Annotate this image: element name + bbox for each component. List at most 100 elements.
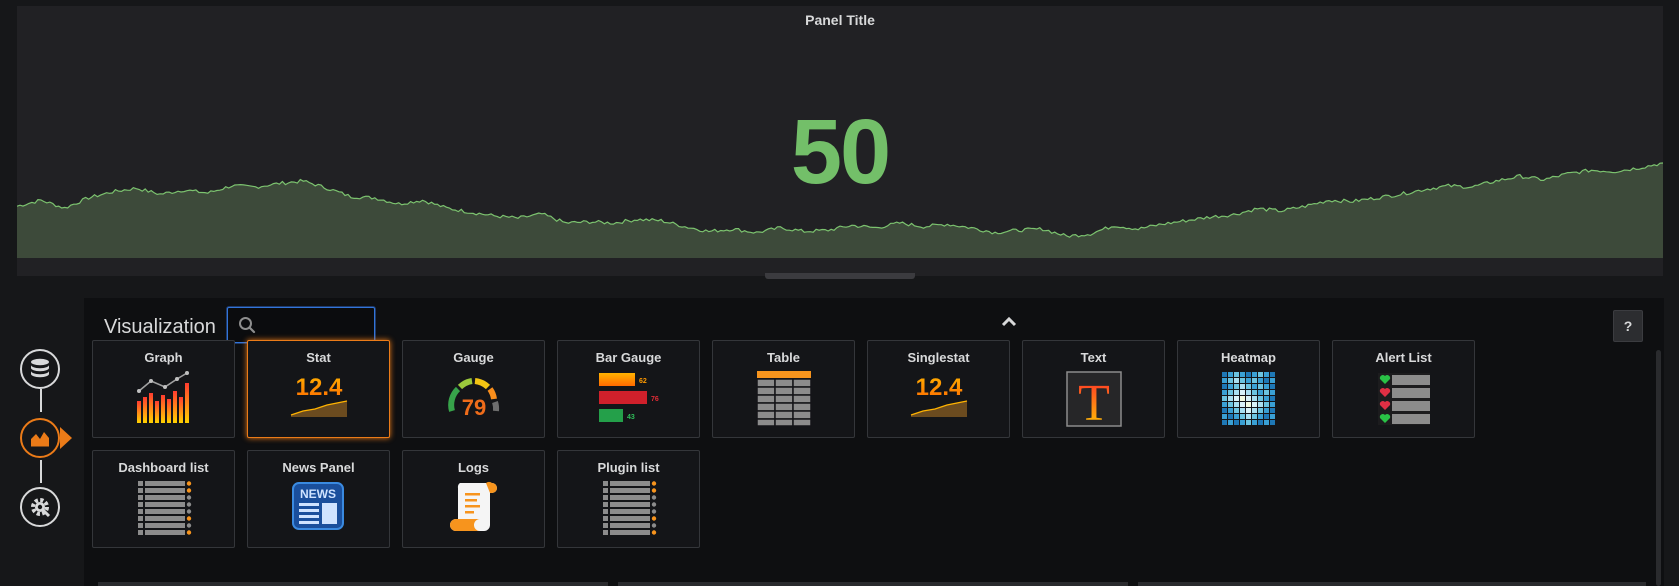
- options-section-header[interactable]: [618, 582, 1128, 586]
- gauge-icon: 79: [447, 378, 499, 420]
- heatmap-cell: [1257, 372, 1263, 377]
- dashboard-list-icon: [137, 481, 191, 535]
- heatmap-cell: [1221, 408, 1227, 413]
- heatmap-cell: [1245, 402, 1251, 407]
- heatmap-cell: [1269, 408, 1275, 413]
- bar-gauge-icon: 62 76 43: [598, 373, 658, 422]
- search-box[interactable]: [227, 307, 375, 344]
- viz-card-text[interactable]: Text T: [1022, 340, 1165, 438]
- viz-card-graph[interactable]: Graph: [92, 340, 235, 438]
- visualization-icon: [31, 432, 49, 447]
- step-visualization[interactable]: [20, 418, 60, 458]
- heatmap-cell: [1245, 396, 1251, 401]
- heatmap-cell: [1263, 420, 1269, 425]
- gauge-icon-value: 79: [461, 395, 485, 420]
- help-button[interactable]: ?: [1613, 310, 1643, 342]
- panel-title[interactable]: Panel Title: [17, 12, 1663, 28]
- viz-card-label: Stat: [306, 350, 331, 365]
- panel-resize-handle[interactable]: [765, 273, 915, 279]
- heatmap-cell: [1263, 384, 1269, 389]
- heatmap-cell: [1269, 396, 1275, 401]
- heatmap-cell: [1239, 402, 1245, 407]
- bar-gauge-value: 62: [639, 378, 647, 385]
- search-input[interactable]: [262, 308, 374, 344]
- heatmap-cell: [1233, 408, 1239, 413]
- heatmap-cell: [1257, 408, 1263, 413]
- heatmap-icon: [1221, 372, 1275, 425]
- stat-icon-value: 12.4: [295, 374, 342, 401]
- heatmap-cell: [1251, 414, 1257, 419]
- step-general[interactable]: [20, 487, 60, 527]
- viz-card-gauge[interactable]: Gauge 79: [402, 340, 545, 438]
- options-section-header[interactable]: [98, 582, 608, 586]
- heatmap-cell: [1227, 372, 1233, 377]
- visualization-editor: Visualization ? Graph Stat 12.4 Gauge 79…: [84, 298, 1664, 586]
- heatmap-cell: [1269, 384, 1275, 389]
- viz-card-singlestat[interactable]: Singlestat 12.4: [867, 340, 1010, 438]
- graph-icon: [136, 371, 189, 423]
- bar-gauge-value: 43: [627, 414, 635, 421]
- chevron-up-icon[interactable]: [1001, 314, 1017, 328]
- heatmap-cell: [1221, 378, 1227, 383]
- viz-card-logs[interactable]: Logs: [402, 450, 545, 548]
- heatmap-cell: [1227, 396, 1233, 401]
- viz-card-dashboard-list[interactable]: Dashboard list: [92, 450, 235, 548]
- table-icon: [755, 371, 812, 427]
- viz-card-label: Table: [767, 350, 800, 365]
- singlestat-icon: 12.4: [910, 374, 967, 417]
- viz-card-label: News Panel: [282, 460, 355, 475]
- stat-value: 50: [790, 101, 891, 203]
- heatmap-cell: [1239, 408, 1245, 413]
- viz-card-label: Text: [1080, 350, 1107, 365]
- logs-icon: [449, 482, 497, 531]
- heatmap-cell: [1239, 390, 1245, 395]
- heatmap-cell: [1227, 378, 1233, 383]
- heatmap-cell: [1245, 378, 1251, 383]
- viz-card-alert-list[interactable]: Alert List: [1332, 340, 1475, 438]
- heatmap-cell: [1233, 372, 1239, 377]
- heatmap-cell: [1239, 372, 1245, 377]
- heatmap-cell: [1239, 384, 1245, 389]
- heatmap-cell: [1257, 396, 1263, 401]
- heatmap-cell: [1269, 414, 1275, 419]
- options-section-header[interactable]: [1138, 582, 1646, 586]
- viz-card-label: Graph: [144, 350, 183, 365]
- viz-card-plugin-list[interactable]: Plugin list: [557, 450, 700, 548]
- heatmap-cell: [1251, 408, 1257, 413]
- viz-card-label: Heatmap: [1221, 350, 1276, 365]
- heatmap-cell: [1269, 372, 1275, 377]
- step-connector: [40, 389, 42, 412]
- heatmap-cell: [1227, 414, 1233, 419]
- viz-card-heatmap[interactable]: Heatmap: [1177, 340, 1320, 438]
- news-icon-text: NEWS: [300, 487, 336, 501]
- heatmap-cell: [1263, 396, 1269, 401]
- viz-card-news-panel[interactable]: News Panel NEWS: [247, 450, 390, 548]
- heatmap-cell: [1245, 408, 1251, 413]
- heatmap-cell: [1251, 396, 1257, 401]
- text-icon-glyph: T: [1078, 375, 1110, 427]
- heatmap-cell: [1245, 414, 1251, 419]
- search-icon: [239, 317, 256, 334]
- heatmap-cell: [1221, 420, 1227, 425]
- step-connector: [40, 460, 42, 483]
- heatmap-cell: [1221, 396, 1227, 401]
- alert-list-icon: [1377, 373, 1430, 425]
- heatmap-cell: [1233, 396, 1239, 401]
- heatmap-cell: [1257, 378, 1263, 383]
- step-queries[interactable]: [20, 349, 60, 389]
- heatmap-cell: [1245, 390, 1251, 395]
- viz-card-table[interactable]: Table: [712, 340, 855, 438]
- viz-card-label: Logs: [457, 460, 490, 475]
- heatmap-cell: [1227, 408, 1233, 413]
- heatmap-cell: [1221, 390, 1227, 395]
- viz-card-stat[interactable]: Stat 12.4: [247, 340, 390, 438]
- heatmap-cell: [1245, 420, 1251, 425]
- news-icon: NEWS: [291, 482, 344, 530]
- scrollbar[interactable]: [1656, 350, 1661, 586]
- heatmap-cell: [1233, 390, 1239, 395]
- heatmap-cell: [1257, 384, 1263, 389]
- viz-card-bar-gauge[interactable]: Bar Gauge 62 76 43: [557, 340, 700, 438]
- heatmap-cell: [1263, 408, 1269, 413]
- heatmap-cell: [1227, 384, 1233, 389]
- heatmap-cell: [1269, 420, 1275, 425]
